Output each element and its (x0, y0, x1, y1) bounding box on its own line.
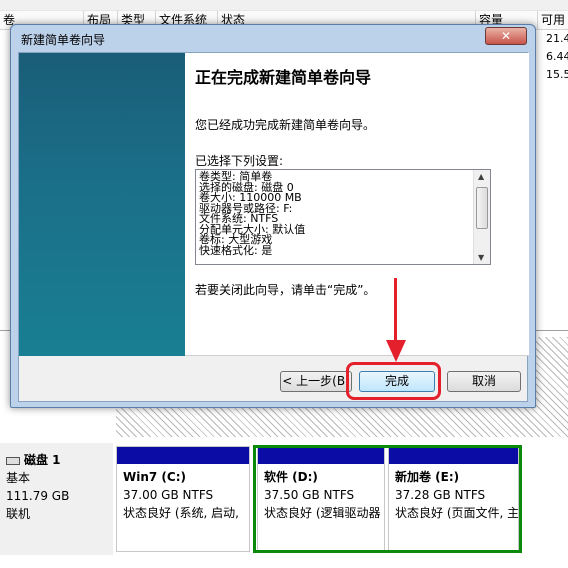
wizard-heading: 正在完成新建简单卷向导 (195, 68, 372, 87)
settings-label: 已选择下列设置: (195, 154, 284, 168)
dialog-title: 新建简单卷向导 (21, 33, 106, 47)
wizard-page: 正在完成新建简单卷向导 您已经成功完成新建简单卷向导。 已选择下列设置: 卷类型… (19, 53, 529, 356)
listbox-scrollbar[interactable]: ▲ ▼ (473, 170, 490, 264)
column-header-free[interactable]: 可用 (538, 11, 568, 30)
annotation-green-box (253, 445, 522, 553)
scroll-up-icon[interactable]: ▲ (478, 172, 484, 181)
new-simple-volume-wizard: 新建简单卷向导 ✕ 正在完成新建简单卷向导 您已经成功完成新建简单卷向导。 已选… (10, 24, 536, 408)
partition-size: 37.00 GB NTFS (123, 488, 214, 502)
annotation-arrow-shaft (394, 278, 397, 348)
partition-c[interactable]: Win7 (C:) 37.00 GB NTFS 状态良好 (系统, 启动, (116, 446, 250, 552)
scroll-down-icon[interactable]: ▼ (478, 253, 484, 262)
disk-size: 111.79 GB (6, 489, 70, 503)
disk-name: 磁盘 1 (6, 451, 107, 469)
success-message: 您已经成功完成新建简单卷向导。 (195, 118, 376, 132)
disk-type: 基本 (6, 471, 31, 485)
close-hint-text: 若要关闭此向导，请单击“完成”。 (195, 283, 376, 297)
free-space-value: 21.4 (546, 32, 568, 45)
dialog-client: 正在完成新建简单卷向导 您已经成功完成新建简单卷向导。 已选择下列设置: 卷类型… (18, 52, 529, 402)
disk-label-panel[interactable]: 磁盘 1 基本 111.79 GB 联机 (0, 443, 113, 555)
annotation-red-box (346, 362, 441, 400)
partition-status: 状态良好 (系统, 启动, (123, 506, 239, 520)
close-button[interactable]: ✕ (485, 27, 527, 45)
free-space-value: 6.44 (546, 50, 568, 63)
annotation-arrow-head-icon (386, 340, 406, 362)
partition-name: Win7 (C:) (123, 470, 186, 484)
dialog-titlebar[interactable]: 新建简单卷向导 ✕ (11, 25, 535, 53)
disk-status: 联机 (6, 507, 31, 521)
scrollbar-thumb[interactable] (476, 187, 488, 229)
settings-listbox[interactable]: 卷类型: 简单卷 选择的磁盘: 磁盘 0 卷大小: 110000 MB 驱动器号… (195, 169, 491, 265)
close-icon: ✕ (500, 29, 512, 43)
cancel-button[interactable]: 取消 (447, 371, 521, 392)
setting-line: 快速格式化: 是 (199, 243, 273, 257)
free-space-value: 15.5 (546, 68, 568, 81)
partition-bar (117, 447, 249, 464)
back-button[interactable]: < 上一步(B) (280, 371, 352, 392)
disk-icon (6, 456, 20, 465)
wizard-side-banner (19, 53, 185, 356)
